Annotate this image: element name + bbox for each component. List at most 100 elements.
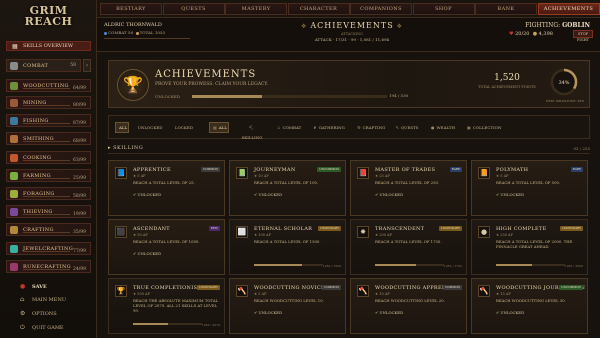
exit-icon: ⏻ — [20, 324, 25, 331]
top-nav: BESTIARY QUESTS MASTERY CHARACTER COMPANIONS… — [97, 0, 600, 18]
sidebar-item-level: 64/99 — [73, 86, 86, 91]
rarity-badge: UNCOMMON — [317, 167, 341, 172]
skill-xp-bar — [23, 269, 70, 270]
status-title: ACHIEVEMENTS — [310, 21, 394, 30]
achievement-progress-bar — [496, 264, 565, 266]
tab-mastery[interactable]: MASTERY — [225, 3, 287, 15]
filter-category-gathering[interactable]: ❦ GATHERING — [309, 122, 349, 133]
tab-quests[interactable]: QUESTS — [162, 3, 225, 15]
tab-achievements[interactable]: ACHIEVEMENTS — [537, 3, 600, 15]
filter-category-quests[interactable]: ✎ QUESTS — [391, 122, 423, 133]
unlocked-status: ✔ UNLOCKED — [254, 192, 283, 197]
achievement-icon: 🪓 — [357, 285, 369, 297]
sidebar-item-fishing[interactable]: FISHING 87/99 — [6, 114, 91, 127]
sidebar-item-foraging[interactable]: FORAGING 58/99 — [6, 187, 91, 200]
achievement-card[interactable]: 📘 APPRENTICE ★ 5 AP REACH A TOTAL LEVEL OF … — [108, 160, 225, 216]
sidebar-item-runecrafting[interactable]: RUNECRAFTING 24/99 — [6, 260, 91, 273]
main-menu-button[interactable]: ⌂ MAIN MENU — [20, 295, 66, 305]
skill-icon — [10, 190, 18, 198]
achievement-card[interactable]: 🪓 WOODCUTTING APPRENTICE ★ 10 AP REACH WOOD… — [350, 278, 467, 334]
filter-status-unlocked[interactable]: UNLOCKED — [133, 122, 167, 133]
sidebar-item-mining[interactable]: MINING 80/99 — [6, 96, 91, 109]
combat-expand-button[interactable]: › — [83, 59, 91, 72]
achievement-card[interactable]: 🏆 TRUE COMPLETIONIST ★ 500 AP REACH THE ABS… — [108, 278, 225, 334]
check-icon: ✔ — [254, 310, 258, 315]
save-button[interactable]: ● SAVE — [20, 282, 47, 292]
achievement-card[interactable]: 🪓 WOODCUTTING NOVICE ★ 5 AP REACH WOODCUTTI… — [229, 278, 346, 334]
achievement-points: ★ 100 AP — [254, 233, 271, 237]
achievement-card[interactable]: 🪓 WOODCUTTING JOURNEYMAN ★ 15 AP REACH WOOD… — [471, 278, 588, 334]
filter-category-skilling[interactable]: ⛏SKILLING — [235, 122, 269, 140]
skill-xp-bar — [23, 123, 70, 124]
combat-level: 58 — [128, 30, 134, 35]
achievement-description: REACH A TOTAL LEVEL OF 1500. — [254, 239, 321, 244]
rarity-badge: COMMON — [322, 285, 341, 290]
tab-bestiary[interactable]: BESTIARY — [100, 3, 162, 15]
hammer-icon: ⚒ — [357, 125, 361, 130]
filter-status-all[interactable]: ALL — [115, 122, 129, 133]
skill-icon — [10, 62, 18, 70]
achievement-description: REACH THE ABSOLUTE MAXIMUM TOTAL LEVEL O… — [133, 298, 219, 313]
achievement-description: REACH A TOTAL LEVEL OF 250. — [375, 180, 440, 185]
save-icon: ● — [20, 283, 26, 290]
sidebar: GRIM REACH ▦ SKILLS OVERVIEW COMBAT 58 WOO… — [0, 0, 97, 338]
sidebar-item-woodcutting[interactable]: WOODCUTTING 64/99 — [6, 79, 91, 92]
gold-amount: 4,398 — [538, 31, 553, 37]
tab-companions[interactable]: COMPANIONS — [350, 3, 412, 15]
status-center: ❖ ACHIEVEMENTS ❖ ATTACKING ATTACK · 17/3… — [247, 21, 457, 42]
filter-category-crafting[interactable]: ⚒ CRAFTING — [353, 122, 387, 133]
achievements-hero: 🏆 ACHIEVEMENTS PROVE YOUR PROWESS. CLAIM… — [108, 60, 590, 108]
unlocked-status: ✔ UNLOCKED — [496, 192, 525, 197]
achievement-card[interactable]: 📙 POLYMATH ★ 5 AP REACH A TOTAL LEVEL OF 50… — [471, 160, 588, 216]
hero-subtitle: PROVE YOUR PROWESS. CLAIM YOUR LEGACY. — [155, 82, 269, 87]
gear-icon: ⚙ — [20, 310, 26, 317]
achievement-progress-text: 1053 / 2079 — [201, 323, 220, 327]
rarity-badge: LEGENDARY — [560, 226, 583, 231]
total-dot-icon — [135, 31, 139, 35]
player-xp-bar — [104, 38, 190, 39]
tab-character[interactable]: CHARACTER — [287, 3, 350, 15]
unlocked-label: UNLOCKED — [155, 94, 180, 99]
filter-category-wealth[interactable]: ● WEALTH — [427, 122, 459, 133]
sidebar-item-farming[interactable]: FARMING 25/99 — [6, 169, 91, 182]
sidebar-item-jewelcrafting[interactable]: JEWELCRAFTING 77/99 — [6, 242, 91, 255]
player-name: ALDRIC THORNWALD — [104, 22, 162, 28]
achievement-name: JOURNEYMAN — [254, 167, 296, 173]
achievement-card[interactable]: 📗 JOURNEYMAN ★ 10 AP REACH A TOTAL LEVEL OF… — [229, 160, 346, 216]
filter-status-locked[interactable]: LOCKED — [170, 122, 198, 133]
sidebar-item-crafting[interactable]: CRAFTING 35/99 — [6, 223, 91, 236]
check-icon: ✔ — [133, 251, 137, 256]
skills-overview-button[interactable]: ▦ SKILLS OVERVIEW — [6, 41, 91, 51]
tab-shop[interactable]: SHOP — [412, 3, 475, 15]
achievement-card[interactable]: ✸ TRANSCENDENT ★ 200 AP REACH A TOTAL LEVEL… — [350, 219, 467, 275]
filter-category-collection[interactable]: ▣ COLLECTION — [463, 122, 505, 133]
achievement-progress-bar — [133, 323, 202, 325]
sidebar-item-combat[interactable]: COMBAT 58 — [6, 59, 81, 72]
sidebar-item-level: 80/99 — [73, 103, 86, 108]
rarity-badge: UNCOMMON — [559, 285, 583, 290]
skill-icon — [10, 263, 18, 271]
achievement-card[interactable]: ⬛ ASCENDANT ★ 50 AP REACH A TOTAL LEVEL OF … — [108, 219, 225, 275]
skill-icon — [10, 226, 18, 234]
skill-xp-bar — [23, 88, 70, 89]
stop-fight-button[interactable]: STOP FIGHT — [573, 30, 593, 42]
check-icon: ✔ — [375, 192, 379, 197]
achievement-card[interactable]: 📕 MASTER OF TRADES ★ 25 AP REACH A TOTAL LE… — [350, 160, 467, 216]
achievement-name: WOODCUTTING NOVICE — [254, 285, 325, 291]
achievement-card[interactable]: ⬜ ETERNAL SCHOLAR ★ 100 AP REACH A TOTAL LE… — [229, 219, 346, 275]
achievement-card[interactable]: ● HIGH COMPLETE ★ 250 AP REACH A TOTAL LEVE… — [471, 219, 588, 275]
options-button[interactable]: ⚙ OPTIONS — [20, 309, 57, 319]
skill-icon — [10, 82, 18, 90]
filter-category-combat[interactable]: ⚔ COMBAT — [273, 122, 305, 133]
sidebar-item-cooking[interactable]: COOKING 63/99 — [6, 151, 91, 164]
sidebar-item-smithing[interactable]: SMITHING 68/99 — [6, 132, 91, 145]
rarity-badge: RARE — [449, 167, 462, 172]
filter-category-all[interactable]: ▦ ALL — [209, 122, 229, 133]
achievement-icon: ⬛ — [115, 226, 127, 238]
quit-game-button[interactable]: ⏻ QUIT GAME — [20, 323, 64, 333]
achievement-progress-text: 1053 / 1750 — [443, 264, 462, 268]
sidebar-item-thieving[interactable]: THIEVING 19/99 — [6, 205, 91, 218]
achievement-icon: 🪓 — [236, 285, 248, 297]
sidebar-item-level: 35/99 — [73, 230, 86, 235]
tab-bank[interactable]: BANK — [475, 3, 537, 15]
